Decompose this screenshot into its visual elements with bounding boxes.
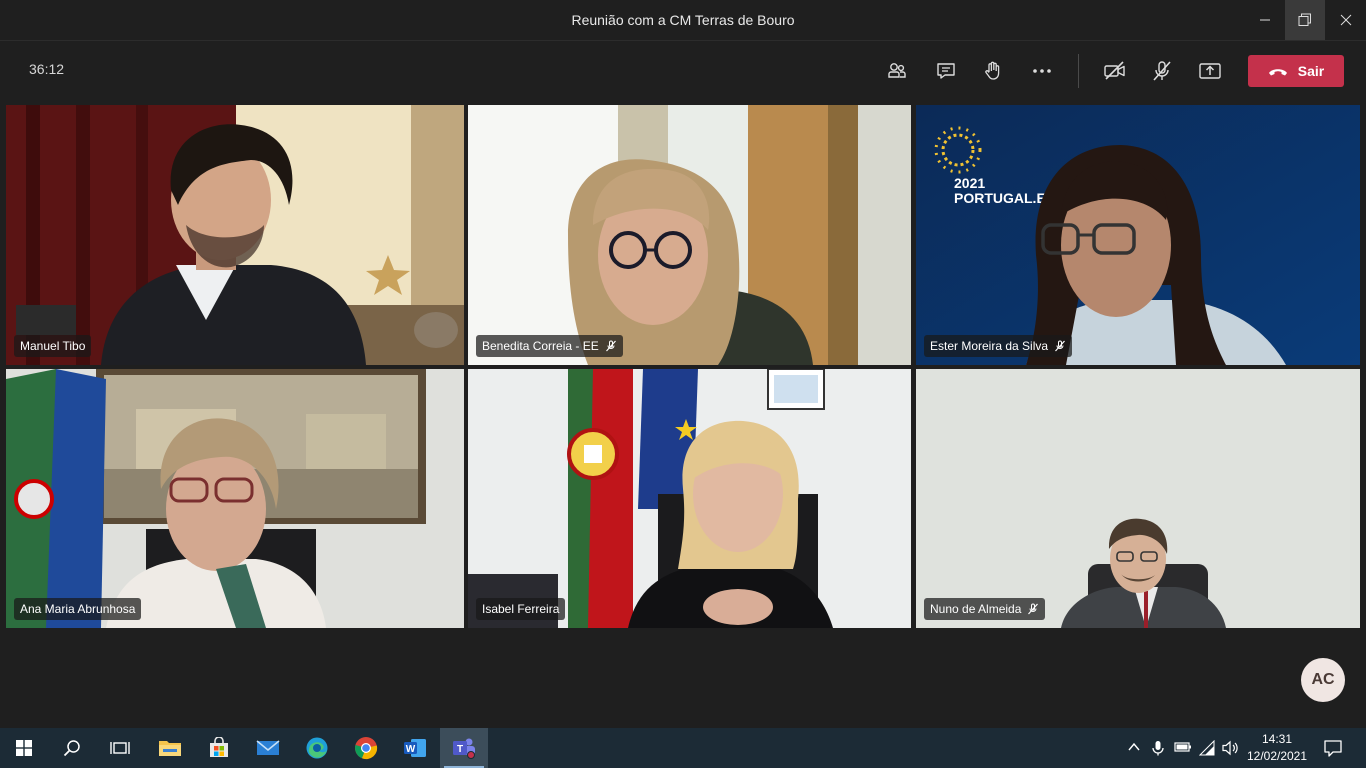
minimize-icon	[1260, 19, 1270, 21]
toolbar-divider	[1078, 54, 1079, 88]
taskbar-clock[interactable]: 14:31 12/02/2021	[1246, 731, 1308, 765]
task-view-button[interactable]	[96, 728, 144, 768]
microphone-icon	[1152, 741, 1164, 756]
folder-icon	[159, 741, 181, 756]
share-screen-icon	[1199, 63, 1221, 79]
teams-button[interactable]: T	[440, 728, 488, 768]
file-explorer-button[interactable]	[146, 728, 194, 768]
participant-video: 2021 PORTUGAL.EU	[916, 105, 1360, 365]
start-button[interactable]	[0, 728, 48, 768]
clock-date: 12/02/2021	[1246, 749, 1308, 763]
participant-name-tag: Benedita Correia - EE	[476, 335, 623, 357]
camera-toggle-button[interactable]	[1095, 51, 1135, 91]
video-tile[interactable]: Manuel Tibo	[6, 105, 464, 365]
participant-name-tag: Nuno de Almeida	[924, 598, 1046, 620]
participant-name-tag: Ana Maria Abrunhosa	[14, 598, 142, 620]
edge-browser-button[interactable]	[293, 728, 341, 768]
restore-button[interactable]	[1285, 0, 1325, 40]
wifi-tray-button[interactable]	[1198, 739, 1215, 761]
wifi-icon	[1198, 739, 1215, 756]
teams-icon: T	[453, 738, 475, 759]
participant-video	[916, 369, 1360, 628]
leave-label: Sair	[1297, 63, 1325, 79]
minimize-button[interactable]	[1245, 0, 1285, 40]
participant-name: Nuno de Almeida	[930, 602, 1022, 616]
muted-mic-icon	[1055, 340, 1065, 352]
show-hidden-icons-button[interactable]	[1127, 740, 1141, 759]
video-grid: Manuel Tibo Benedita Correia - EE 2021 P…	[0, 100, 1366, 630]
hang-up-icon	[1268, 69, 1287, 76]
word-button[interactable]: W	[391, 728, 439, 768]
self-avatar[interactable]: AC	[1301, 658, 1345, 702]
participant-name-tag: Isabel Ferreira	[476, 598, 566, 620]
title-bar: Reunião com a CM Terras de Bouro	[0, 0, 1366, 40]
raise-hand-icon	[985, 61, 1000, 80]
participant-name-tag: Ester Moreira da Silva	[924, 335, 1073, 357]
meeting-toolbar: 36:12 Sair	[0, 40, 1366, 101]
windows-taskbar: W T 14:31 12/02/2021	[0, 728, 1366, 768]
notification-icon	[1324, 740, 1342, 757]
chrome-browser-button[interactable]	[342, 728, 390, 768]
participant-video	[6, 105, 464, 365]
participant-name: Ester Moreira da Silva	[930, 339, 1049, 353]
participant-name: Benedita Correia - EE	[482, 339, 599, 353]
share-screen-button[interactable]	[1190, 51, 1230, 91]
video-tile[interactable]: Isabel Ferreira	[468, 369, 911, 628]
camera-off-icon	[1104, 61, 1125, 80]
chevron-up-icon	[1128, 742, 1140, 751]
action-center-button[interactable]	[1324, 739, 1342, 762]
clock-time: 14:31	[1261, 732, 1293, 746]
participant-video	[6, 369, 464, 628]
chat-button[interactable]	[926, 51, 966, 91]
more-options-icon	[1033, 69, 1051, 73]
chrome-icon	[355, 737, 378, 760]
chat-icon	[937, 63, 955, 79]
mail-icon	[256, 740, 280, 755]
microphone-tray-button[interactable]	[1151, 740, 1165, 761]
video-tile[interactable]: Ana Maria Abrunhosa	[6, 369, 464, 628]
close-icon	[1340, 14, 1352, 26]
participant-name: Isabel Ferreira	[482, 602, 560, 616]
restore-icon	[1298, 13, 1311, 26]
search-icon	[63, 740, 80, 757]
raise-hand-button[interactable]	[973, 51, 1013, 91]
participant-name: Ana Maria Abrunhosa	[20, 602, 136, 616]
participant-name: Manuel Tibo	[20, 339, 86, 353]
video-tile[interactable]: 2021 PORTUGAL.EU Ester Moreira da Silva	[916, 105, 1360, 365]
banner-year: 2021	[954, 175, 985, 191]
video-tile[interactable]: Benedita Correia - EE	[468, 105, 911, 365]
mic-toggle-button[interactable]	[1142, 51, 1182, 91]
muted-mic-icon	[605, 340, 616, 352]
participants-icon	[888, 63, 906, 78]
participants-button[interactable]	[877, 51, 917, 91]
volume-tray-button[interactable]	[1222, 740, 1240, 761]
svg-text:W: W	[406, 744, 416, 755]
edge-icon	[306, 737, 328, 759]
windows-logo-icon	[16, 740, 32, 756]
microsoft-store-button[interactable]	[195, 728, 243, 768]
more-options-button[interactable]	[1022, 51, 1062, 91]
leave-button[interactable]: Sair	[1248, 55, 1344, 87]
task-view-icon	[110, 742, 130, 754]
muted-mic-icon	[1028, 603, 1039, 615]
banner-site: PORTUGAL.EU	[954, 190, 1056, 206]
speaker-icon	[1222, 740, 1238, 756]
svg-text:T: T	[457, 744, 463, 755]
participant-name-tag: Manuel Tibo	[14, 335, 92, 357]
store-icon	[210, 737, 228, 757]
mail-button[interactable]	[244, 728, 292, 768]
battery-icon	[1174, 742, 1191, 752]
search-button[interactable]	[48, 728, 96, 768]
close-button[interactable]	[1326, 0, 1366, 40]
meeting-timer: 36:12	[29, 61, 65, 77]
participant-video	[468, 369, 911, 628]
word-icon: W	[404, 739, 426, 757]
mic-off-icon	[1153, 61, 1171, 81]
window-title: Reunião com a CM Terras de Bouro	[571, 12, 795, 28]
participant-video	[468, 105, 911, 365]
battery-tray-button[interactable]	[1174, 740, 1192, 759]
video-tile[interactable]: Nuno de Almeida	[916, 369, 1360, 628]
